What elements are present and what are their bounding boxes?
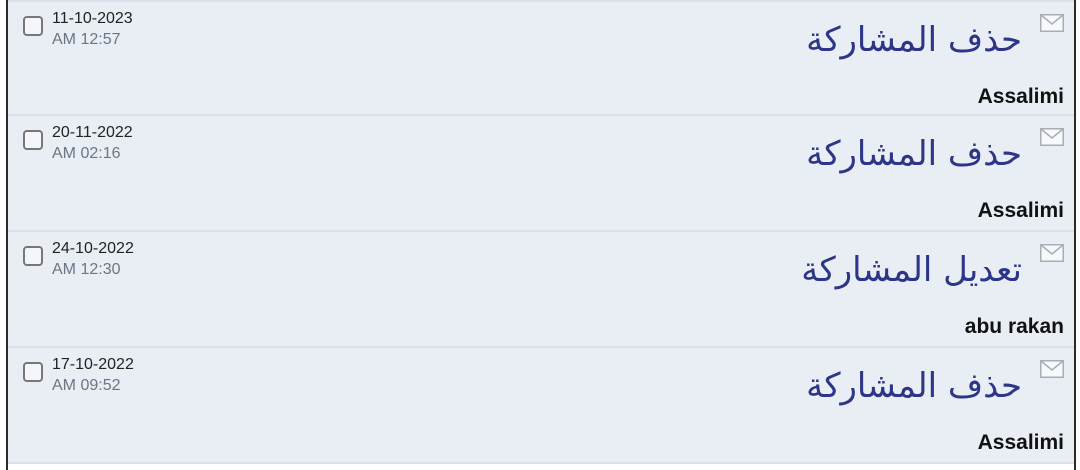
message-row[interactable]: 11-10-2023 AM 12:57 حذف المشاركة Assalim…	[8, 0, 1074, 116]
message-row[interactable]: 20-11-2022 AM 02:16 حذف المشاركة Assalim…	[8, 116, 1074, 232]
message-title[interactable]: حذف المشاركة	[806, 364, 1022, 408]
envelope-icon	[1040, 128, 1064, 146]
select-checkbox[interactable]	[23, 130, 43, 150]
message-title[interactable]: حذف المشاركة	[806, 132, 1022, 176]
message-time: AM 12:57	[52, 31, 121, 48]
message-time: AM 09:52	[52, 377, 121, 394]
envelope-icon	[1040, 360, 1064, 378]
message-title[interactable]: تعديل المشاركة	[801, 248, 1022, 292]
right-border	[1074, 0, 1080, 470]
message-title[interactable]: حذف المشاركة	[806, 18, 1022, 62]
message-time: AM 12:30	[52, 261, 121, 278]
message-date: 24-10-2022	[52, 240, 134, 257]
message-list: 11-10-2023 AM 12:57 حذف المشاركة Assalim…	[8, 0, 1074, 464]
message-author[interactable]: Assalimi	[978, 430, 1064, 456]
envelope-icon	[1040, 244, 1064, 262]
message-date: 11-10-2023	[52, 10, 133, 27]
message-time: AM 02:16	[52, 145, 121, 162]
message-date: 20-11-2022	[52, 124, 133, 141]
message-author[interactable]: Assalimi	[978, 198, 1064, 224]
left-border	[0, 0, 8, 470]
select-checkbox[interactable]	[23, 246, 43, 266]
message-date: 17-10-2022	[52, 356, 134, 373]
message-author[interactable]: Assalimi	[978, 84, 1064, 110]
message-row[interactable]: 24-10-2022 AM 12:30 تعديل المشاركة abu r…	[8, 232, 1074, 348]
message-row[interactable]: 17-10-2022 AM 09:52 حذف المشاركة Assalim…	[8, 348, 1074, 464]
message-list-frame: 11-10-2023 AM 12:57 حذف المشاركة Assalim…	[0, 0, 1080, 470]
envelope-icon	[1040, 14, 1064, 32]
message-author[interactable]: abu rakan	[965, 314, 1064, 340]
select-checkbox[interactable]	[23, 362, 43, 382]
select-checkbox[interactable]	[23, 16, 43, 36]
